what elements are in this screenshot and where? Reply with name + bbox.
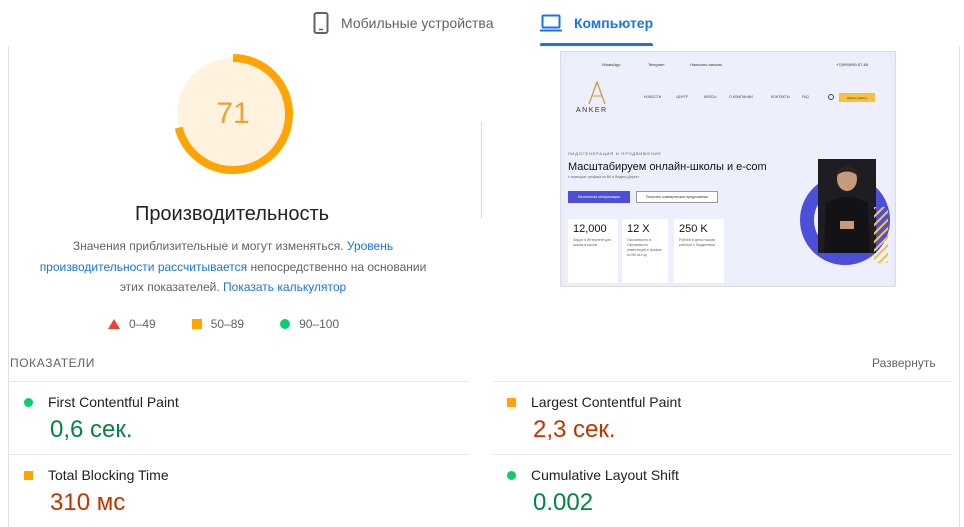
smartphone-icon: [313, 12, 329, 34]
performance-description: Значения приблизительные и могут изменят…: [36, 236, 430, 298]
thumbnail-content: WhatsApp Telegram Написать письмо +7(999…: [566, 57, 890, 283]
green-circle-icon: [24, 397, 33, 407]
metrics-section-label: ПОКАЗАТЕЛИ: [10, 356, 95, 370]
tab-desktop[interactable]: Компьютер: [540, 0, 654, 46]
thumb-logo-text: ANKER: [576, 107, 608, 114]
performance-title: Производительность: [134, 203, 330, 225]
thumb-decor-stripes: [874, 207, 888, 263]
thumb-nav-5: КОНТАКТЫ: [771, 95, 790, 99]
metric-cls-name: Cumulative Layout Shift: [531, 467, 679, 483]
thumb-whatsapp: WhatsApp: [602, 62, 621, 67]
legend-poor-label: 0–49: [129, 317, 156, 331]
metric-cls: Cumulative Layout Shift 0.002: [507, 467, 679, 517]
device-tabs: Мобильные устройства Компьютер: [0, 0, 964, 46]
thumb-stat-1: 12,000 Лидов в Интернете для нишах в шко…: [568, 219, 618, 283]
performance-score: 71: [216, 97, 250, 130]
metric-lcp-name: Largest Contentful Paint: [531, 394, 682, 410]
orange-square-icon: [24, 470, 33, 480]
thumb-small-text: с помощью трафика из ВК и Яндекс.Директ: [568, 175, 640, 179]
metric-fcp: First Contentful Paint 0,6 сек.: [24, 394, 179, 444]
metric-fcp-value: 0,6 сек.: [50, 416, 133, 443]
red-triangle-icon: [108, 319, 120, 329]
thumb-search-icon: [828, 94, 834, 100]
orange-square-icon: [507, 397, 516, 407]
green-circle-icon: [280, 319, 291, 329]
score-legend: 0–49 50–89 90–100: [108, 317, 375, 331]
thumbnail-topbar: WhatsApp Telegram Написать письмо +7(999…: [566, 57, 890, 71]
thumb-stat-3-number: 250 K: [679, 223, 708, 235]
metrics-divider-right-top: [493, 381, 953, 382]
legend-average: 50–89: [191, 317, 245, 331]
thumb-headline: Масштабируем онлайн-школы и e-com: [568, 161, 767, 173]
tab-mobile-label: Мобильные устройства: [341, 15, 494, 31]
thumb-stat-2: 12 X Окупаемость в Окупаемость инвестици…: [622, 219, 668, 283]
metric-tbt: Total Blocking Time 310 мс: [24, 467, 169, 517]
orange-square-icon: [191, 319, 202, 329]
legend-good-label: 90–100: [299, 317, 340, 331]
thumb-nav-6: FAQ: [802, 95, 810, 99]
thumb-cta: Начать работу: [839, 93, 875, 102]
thumb-person-photo: [818, 159, 876, 253]
performance-gauge: 71: [172, 53, 294, 175]
tab-desktop-label: Компьютер: [574, 15, 654, 31]
metrics-divider-left-top: [8, 381, 469, 382]
anker-logo-icon: [588, 81, 606, 105]
green-circle-icon: [507, 470, 516, 480]
metric-tbt-name: Total Blocking Time: [48, 467, 169, 483]
expand-metrics-button[interactable]: Развернуть: [872, 356, 936, 370]
description-text-1: Значения приблизительные и могут изменят…: [72, 239, 344, 253]
show-calculator-link[interactable]: Показать калькулятор: [223, 280, 346, 294]
thumb-telegram: Telegram: [648, 62, 665, 67]
thumb-stat-2-text: Окупаемость в Окупаемость инвестиций в т…: [627, 238, 662, 257]
legend-good: 90–100: [280, 317, 339, 331]
metric-cls-value: 0.002: [533, 489, 594, 516]
metric-lcp: Largest Contentful Paint 2,3 сек.: [507, 394, 681, 444]
legend-average-label: 50–89: [210, 317, 245, 331]
vertical-divider: [481, 122, 482, 218]
thumb-email: Написать письмо: [690, 62, 723, 67]
thumb-stat-2-number: 12 X: [627, 223, 650, 235]
thumb-consult-button: Бесплатная консультация: [568, 191, 630, 203]
metric-lcp-value: 2,3 сек.: [533, 416, 616, 443]
laptop-icon: [540, 14, 562, 32]
metric-fcp-name: First Contentful Paint: [48, 394, 179, 410]
thumb-stat-1-number: 12,000: [573, 223, 607, 235]
thumb-offer-button: Получить коммерческое предложение: [636, 191, 718, 203]
metric-tbt-value: 310 мс: [50, 489, 126, 516]
legend-poor: 0–49: [108, 317, 156, 331]
thumb-nav-3: КЕЙСЫ: [704, 95, 717, 99]
thumb-stat-3-text: Рублей в день Нашим работал с бюджетами: [679, 238, 716, 247]
thumb-stat-3: 250 K Рублей в день Нашим работал с бюдж…: [674, 219, 724, 283]
thumb-subtitle: ЛИДОГЕНЕРАЦИЯ И ПРОДВИЖЕНИЕ: [568, 151, 662, 156]
metrics-divider-right-mid: [493, 454, 953, 455]
thumb-nav-4: О КОМПАНИИ: [729, 95, 753, 99]
thumb-nav-1: НОВОСТИ: [644, 95, 662, 99]
metrics-divider-left-mid: [8, 454, 469, 455]
thumb-phone: +7(999)999-07-65: [836, 62, 869, 67]
tab-mobile[interactable]: Мобильные устройства: [313, 0, 494, 46]
thumb-stat-1-text: Лидов в Интернете для нишах в школе: [573, 238, 612, 247]
thumb-nav-2: ЦЕНТР: [676, 95, 688, 99]
page-screenshot-thumbnail: WhatsApp Telegram Написать письмо +7(999…: [560, 51, 896, 287]
